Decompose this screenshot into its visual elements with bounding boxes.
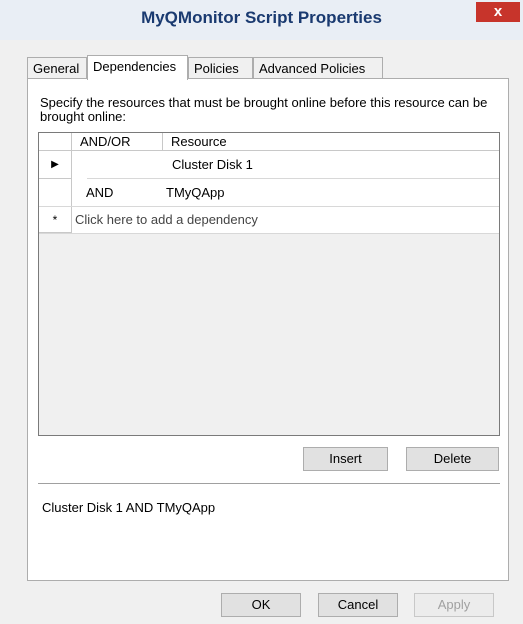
row-selector-cell xyxy=(39,179,72,207)
tab-policies[interactable]: Policies xyxy=(188,57,253,79)
insert-button[interactable]: Insert xyxy=(303,447,388,471)
apply-button[interactable]: Apply xyxy=(414,593,494,617)
cell-resource[interactable]: Cluster Disk 1 xyxy=(163,151,499,179)
cell-resource[interactable]: TMyQApp xyxy=(163,179,499,207)
grid-header-row: AND/OR Resource xyxy=(39,133,499,151)
table-row[interactable]: ▶ Cluster Disk 1 xyxy=(39,151,499,179)
title-bar[interactable]: MyQMonitor Script Properties x xyxy=(0,0,523,40)
tab-general[interactable]: General xyxy=(27,57,87,79)
ok-button[interactable]: OK xyxy=(221,593,301,617)
close-button[interactable]: x xyxy=(476,2,520,22)
properties-dialog: MyQMonitor Script Properties x General D… xyxy=(0,0,523,624)
header-selector-cell xyxy=(39,133,72,151)
column-header-resource[interactable]: Resource xyxy=(163,133,499,151)
tab-dependencies[interactable]: Dependencies xyxy=(87,55,188,80)
window-title: MyQMonitor Script Properties xyxy=(141,8,382,27)
add-dependency-placeholder[interactable]: Click here to add a dependency xyxy=(72,207,499,233)
separator xyxy=(38,483,500,485)
dependencies-panel: Specify the resources that must be broug… xyxy=(27,78,509,581)
new-row-asterisk-icon: * xyxy=(39,207,72,233)
table-row[interactable]: AND TMyQApp xyxy=(39,179,499,207)
new-dependency-row[interactable]: * Click here to add a dependency xyxy=(39,207,499,234)
cancel-button[interactable]: Cancel xyxy=(318,593,398,617)
row-pointer-icon: ▶ xyxy=(39,151,72,179)
cell-andor[interactable]: AND xyxy=(72,179,163,207)
tab-advanced-policies[interactable]: Advanced Policies xyxy=(253,57,383,79)
instructions-text: Specify the resources that must be broug… xyxy=(40,95,488,124)
cell-andor[interactable] xyxy=(72,151,163,179)
column-header-andor[interactable]: AND/OR xyxy=(72,133,163,151)
dependency-summary: Cluster Disk 1 AND TMyQApp xyxy=(42,500,216,515)
close-icon: x xyxy=(493,3,503,20)
dependencies-grid: AND/OR Resource ▶ Cluster Disk 1 AND TMy… xyxy=(38,132,500,436)
delete-button[interactable]: Delete xyxy=(406,447,499,471)
